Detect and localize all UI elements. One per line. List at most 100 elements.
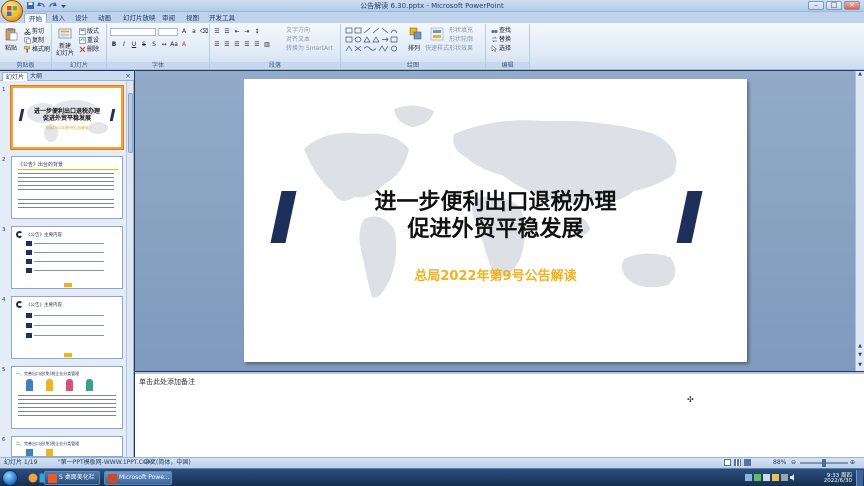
bold-icon[interactable]: B [110,41,118,49]
grow-font-icon[interactable]: A [180,28,188,36]
distributed-icon[interactable]: ☰ [253,41,261,49]
zoom-out-icon[interactable]: ⊖ [791,458,796,468]
tab-slideshow[interactable]: 幻灯片放映 [119,13,160,23]
tab-slides-pane[interactable]: 幻灯片 [2,72,29,81]
shrink-font-icon[interactable]: a [190,28,198,36]
arrange-button[interactable]: 排列 [408,45,420,52]
slide-thumbnail-6[interactable]: 二、完善出口退(免)税企业分类管理 [11,436,123,457]
scroll-up-icon[interactable]: ▲ [856,71,864,78]
align-center-icon[interactable]: ☰ [223,41,231,49]
customize-qat-icon[interactable] [59,1,68,10]
tray-icon[interactable] [772,474,779,481]
tab-home[interactable]: 开始 [24,13,47,23]
tray-icon[interactable] [781,474,788,481]
delete-slide-button[interactable]: 删除 [79,46,99,53]
shadow-icon[interactable]: S [150,41,158,49]
paste-icon[interactable] [4,27,18,41]
volume-icon[interactable] [790,474,797,481]
close-button[interactable]: × [844,1,860,10]
maximize-button[interactable]: □ [826,1,842,10]
quick-styles-icon[interactable] [430,27,444,41]
layout-button[interactable]: 版式 [79,28,99,35]
scroll-up-double-icon[interactable]: ▲ [856,343,864,350]
shapes-gallery-icon[interactable] [345,27,405,54]
minimize-button[interactable]: – [808,1,824,10]
numbering-icon[interactable]: ☰ [223,28,231,36]
font-size-combo[interactable] [158,28,178,36]
slide-thumbnail-4[interactable]: 《公告》主要内容 [11,296,123,359]
tab-outline-pane[interactable]: 大纲 [27,72,45,81]
bullets-icon[interactable]: ☰ [213,28,221,36]
tab-insert[interactable]: 插入 [48,13,69,23]
align-left-icon[interactable]: ☰ [213,41,221,49]
shape-outline-button[interactable]: 形状轮廓 [449,36,473,43]
tab-animations[interactable]: 动画 [94,13,115,23]
underline-icon[interactable]: U [130,41,138,49]
start-button[interactable] [2,470,18,486]
taskbar-item-powerpoint[interactable]: Microsoft Powe... [104,471,172,485]
select-button[interactable]: 选择 [491,44,511,52]
office-button[interactable] [1,0,23,22]
zoom-slider-handle[interactable] [822,459,826,467]
arrange-icon[interactable] [409,27,423,41]
zoom-level[interactable]: 88% [773,458,786,468]
slides-pane-scrollbar[interactable] [126,81,133,457]
tab-view[interactable]: 视图 [182,13,203,23]
shape-effects-button[interactable]: 形状效果 [449,45,473,52]
find-button[interactable]: 查找 [491,27,511,34]
tray-icon[interactable] [754,474,761,481]
tab-design[interactable]: 设计 [71,13,92,23]
justify-icon[interactable]: ☰ [243,41,251,49]
replace-button[interactable]: 替换 [491,36,511,43]
save-icon[interactable] [26,1,35,10]
scroll-down-double-icon[interactable]: ▼ [856,352,864,359]
slide-sorter-icon[interactable] [733,459,741,466]
taskbar-item-desktop[interactable]: S 桌面美化栏 [44,471,100,485]
scrollbar-thumb[interactable] [128,93,133,153]
new-slide-icon[interactable] [58,27,72,41]
slide-canvas[interactable]: 进一步便利出口退税办理 促进外贸平稳发展 总局2022年第9号公告解读 [244,79,747,362]
slide-subtitle[interactable]: 总局2022年第9号公告解读 [244,265,747,284]
clock-date[interactable]: 2022/6/30 [812,478,852,484]
pane-close-icon[interactable]: × [125,72,131,80]
new-slide-button[interactable]: 新建 幻灯片 [56,43,74,57]
normal-view-icon[interactable] [724,459,731,466]
clear-format-icon[interactable]: ⌫ [200,28,208,36]
strikethrough-icon[interactable]: S [140,41,148,49]
quick-launch-icon[interactable] [28,473,38,483]
show-desktop-button[interactable] [856,470,863,486]
format-painter-button[interactable]: 格式刷 [24,46,50,53]
change-case-icon[interactable]: Aa [170,41,178,49]
copy-button[interactable]: 复制 [24,37,44,44]
decrease-indent-icon[interactable]: ⇤ [233,28,241,36]
tab-developer[interactable]: 开发工具 [205,13,239,23]
cut-button[interactable]: 剪切 [24,28,44,36]
tray-icon[interactable] [745,474,752,481]
quick-styles-button[interactable]: 快速样式 [425,45,449,52]
notes-placeholder[interactable]: 单击此处添加备注 [139,377,195,387]
line-spacing-icon[interactable]: ↕ [253,28,261,36]
language-indicator[interactable]: 中文(简体，中国) [144,458,191,468]
font-name-combo[interactable] [110,28,156,36]
font-color-icon[interactable]: A [180,41,188,49]
slideshow-view-icon[interactable] [743,459,751,466]
slide-title[interactable]: 进一步便利出口退税办理 促进外贸平稳发展 [244,189,747,243]
zoom-in-icon[interactable]: ⊕ [850,458,855,468]
slide-thumbnail-3[interactable]: 《公告》主要内容 [11,226,123,289]
reset-button[interactable]: 重设 [79,37,99,44]
redo-icon[interactable] [48,1,57,10]
tab-review[interactable]: 审阅 [158,13,179,23]
undo-icon[interactable] [37,1,46,10]
slide-scrollbar[interactable]: ▲ ▲ ▼ ▼ [855,71,864,371]
convert-smartart-button[interactable]: 转换为 SmartArt [286,45,333,52]
scroll-down-icon[interactable]: ▼ [856,362,864,369]
columns-icon[interactable]: ▥ [263,41,271,49]
slide-thumbnail-2[interactable]: 《公告》出台的背景 [11,156,123,219]
char-spacing-icon[interactable]: ↔ [160,41,168,49]
text-direction-button[interactable]: 文字方向 [286,27,310,34]
slide-thumbnail-5[interactable]: 一、完善出口退(免)税企业分类管理 [11,366,123,429]
paste-button[interactable]: 粘贴 [5,45,17,52]
shape-fill-button[interactable]: 形状填充 [449,27,473,34]
align-text-button[interactable]: 对齐文本 [286,36,310,43]
align-right-icon[interactable]: ☰ [233,41,241,49]
